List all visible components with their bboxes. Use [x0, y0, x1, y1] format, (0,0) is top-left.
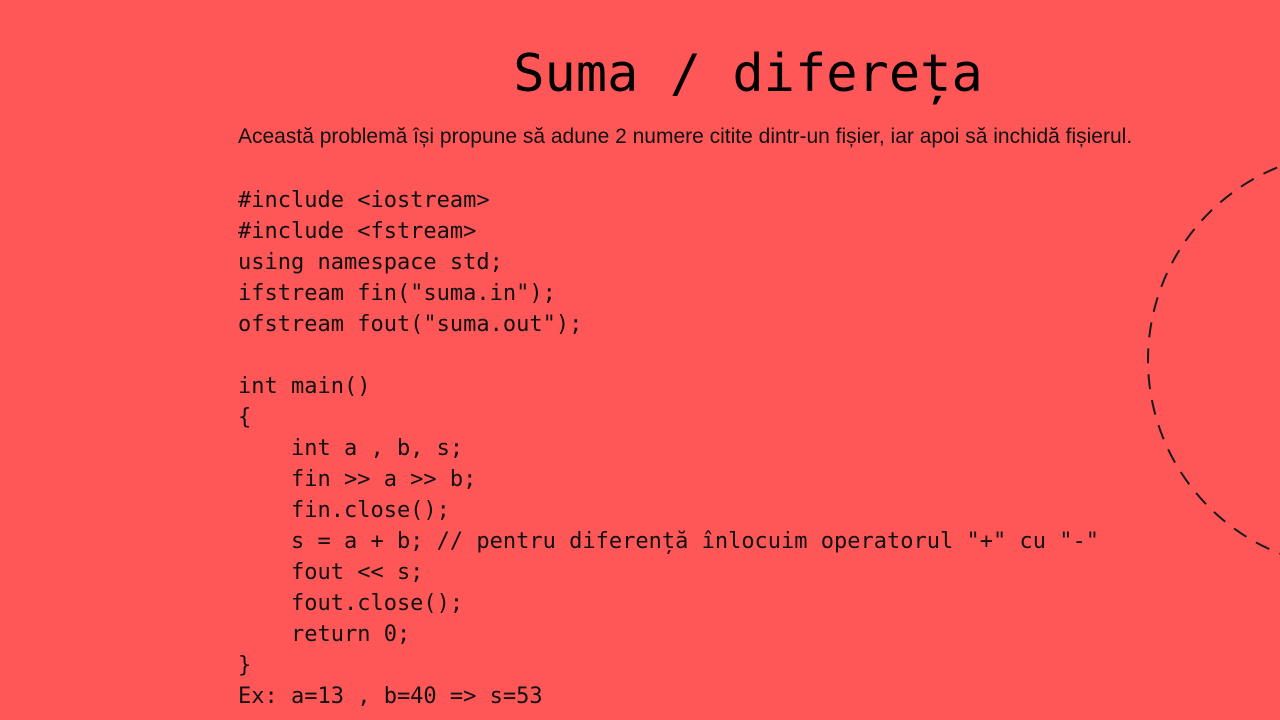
code-block: #include <iostream> #include <fstream> usi… — [238, 185, 1099, 712]
code-line: #include <iostream> — [238, 188, 490, 213]
slide: Suma / difereța Această problemă își pro… — [0, 0, 1280, 720]
slide-title: Suma / difereța — [513, 44, 983, 104]
code-line: fin >> a >> b; — [238, 467, 477, 492]
code-line: ifstream fin("suma.in"); — [238, 281, 556, 306]
code-line: using namespace std; — [238, 250, 503, 275]
dashed-circle-decoration — [1147, 165, 1280, 555]
code-line: s = a + b; // pentru diferență înlocuim … — [238, 529, 1099, 554]
code-line: #include <fstream> — [238, 219, 477, 244]
code-line: return 0; — [238, 622, 411, 647]
code-line: } — [238, 653, 252, 678]
code-line: int a , b, s; — [238, 436, 464, 461]
code-line: { — [238, 405, 252, 430]
problem-description: Această problemă își propune să adune 2 … — [238, 125, 1133, 148]
code-line: fin.close(); — [238, 498, 450, 523]
code-line: ofstream fout("suma.out"); — [238, 312, 583, 337]
code-line: int main() — [238, 374, 371, 399]
code-example-line: Ex: a=13 , b=40 => s=53 — [238, 684, 543, 709]
code-line: fout << s; — [238, 560, 424, 585]
code-line: fout.close(); — [238, 591, 464, 616]
